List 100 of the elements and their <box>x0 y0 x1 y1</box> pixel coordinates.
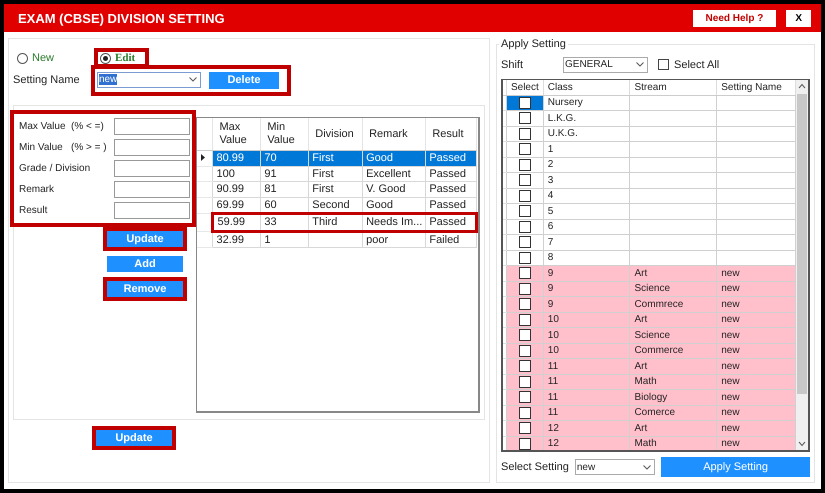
table-cell: Passed <box>426 150 476 166</box>
table-cell: V. Good <box>362 182 426 197</box>
select-all-checkbox[interactable]: Select All <box>658 58 720 71</box>
window-title: EXAM (CBSE) DIVISION SETTING <box>18 10 226 26</box>
row-checkbox[interactable] <box>518 220 531 233</box>
row-checkbox[interactable] <box>518 174 531 186</box>
table-cell: new <box>716 405 796 421</box>
row-checkbox[interactable] <box>518 438 531 450</box>
scroll-up-icon[interactable] <box>798 82 806 89</box>
mode-radio[interactable]: New <box>15 52 64 64</box>
delete-button[interactable]: Delete <box>209 72 279 88</box>
column-header: Setting Name <box>716 80 796 96</box>
setting-name-dropdown[interactable]: new <box>97 72 201 88</box>
row-checkbox[interactable] <box>518 128 531 140</box>
setting-dropdown[interactable]: new <box>574 459 656 476</box>
row-checkbox[interactable] <box>518 344 531 357</box>
row-checkbox[interactable] <box>518 376 531 388</box>
row-checkbox[interactable] <box>518 96 531 109</box>
input-field[interactable] <box>114 160 190 177</box>
row-checkbox[interactable] <box>518 158 531 171</box>
row-checkbox[interactable] <box>518 360 531 372</box>
help-button[interactable]: Need Help ? <box>692 10 776 26</box>
table-cell: First <box>308 182 363 197</box>
scrollbar[interactable] <box>796 80 808 450</box>
caret-icon <box>636 62 644 68</box>
table-cell: Good <box>362 150 426 166</box>
row-checkbox[interactable] <box>518 112 531 124</box>
form-button[interactable]: Add <box>107 256 183 272</box>
table-cell: 90.99 <box>212 182 261 197</box>
close-button[interactable]: X <box>786 10 811 26</box>
input-field[interactable] <box>114 118 190 135</box>
group-title: Apply Setting <box>500 38 567 50</box>
column-header: Result <box>426 118 476 150</box>
table-cell: First <box>308 150 363 166</box>
table-cell: 8 <box>543 250 630 266</box>
table-cell: Needs Im... <box>362 214 426 231</box>
table-cell: 10 <box>543 312 630 328</box>
form-button[interactable]: Update <box>107 231 183 247</box>
column-header: Select <box>506 80 544 96</box>
table-cell: 12 <box>543 436 630 450</box>
table-cell: Passed <box>426 166 476 182</box>
table-cell: Commerce <box>630 343 717 359</box>
table-cell: 33 <box>260 214 309 231</box>
row-checkbox[interactable] <box>518 205 531 218</box>
table-cell: Passed <box>426 214 476 231</box>
table-cell: 59.99 <box>212 214 261 231</box>
table-cell: new <box>716 312 796 328</box>
column-header: Remark <box>362 118 426 150</box>
table-cell: 70 <box>260 150 309 166</box>
field-label: Min Value (% > = ) <box>19 142 107 153</box>
table-cell: 7 <box>543 234 630 250</box>
table-cell: Third <box>308 214 363 231</box>
column-header: Stream <box>630 80 717 96</box>
select-setting-label: Select Setting <box>501 461 569 474</box>
input-field[interactable] <box>114 181 190 198</box>
table-cell: 81 <box>260 182 309 197</box>
table-cell: Commrece <box>630 296 717 312</box>
table-cell: 9 <box>543 281 630 297</box>
table-cell: 11 <box>543 374 630 390</box>
row-checkbox[interactable] <box>518 252 531 264</box>
table-cell: Nursery <box>543 95 630 111</box>
apply-setting-button[interactable]: Apply Setting <box>661 457 810 478</box>
row-checkbox[interactable] <box>518 406 531 419</box>
shift-dropdown[interactable]: GENERAL <box>563 56 648 73</box>
column-header: Class <box>543 80 630 96</box>
row-checkbox[interactable] <box>518 282 531 295</box>
table-cell: new <box>716 328 796 344</box>
row-checkbox[interactable] <box>518 314 531 326</box>
row-checkbox[interactable] <box>518 298 531 310</box>
row-checkbox[interactable] <box>518 236 531 248</box>
table-cell: new <box>716 281 796 297</box>
table-cell: Excellent <box>362 166 426 182</box>
row-checkbox[interactable] <box>518 143 531 156</box>
scroll-down-icon[interactable] <box>798 441 806 448</box>
table-cell: 10 <box>543 343 630 359</box>
field-label: Max Value (% < =) <box>19 121 104 132</box>
input-field[interactable] <box>114 202 190 219</box>
form-button[interactable]: Remove <box>107 281 183 297</box>
table-cell: U.K.G. <box>543 126 630 142</box>
table-cell: new <box>716 420 796 436</box>
table-cell: new <box>716 390 796 406</box>
row-checkbox[interactable] <box>518 267 531 280</box>
table-cell: 11 <box>543 405 630 421</box>
column-header: Min Value <box>260 118 309 150</box>
mode-radio[interactable]: Edit <box>98 52 146 64</box>
table-cell: Art <box>630 312 717 328</box>
table-cell: 12 <box>543 420 630 436</box>
row-checkbox[interactable] <box>518 329 531 342</box>
table-cell: Science <box>630 281 717 297</box>
table-cell: new <box>716 266 796 282</box>
input-field[interactable] <box>114 139 190 156</box>
update-button[interactable]: Update <box>96 430 172 446</box>
table-cell: 11 <box>543 390 630 406</box>
table-cell: Math <box>630 436 717 450</box>
table-cell: 1 <box>543 142 630 158</box>
table-cell: 4 <box>543 188 630 204</box>
row-checkbox[interactable] <box>518 422 531 434</box>
row-checkbox[interactable] <box>518 391 531 404</box>
table-cell: new <box>716 374 796 390</box>
row-checkbox[interactable] <box>518 190 531 202</box>
